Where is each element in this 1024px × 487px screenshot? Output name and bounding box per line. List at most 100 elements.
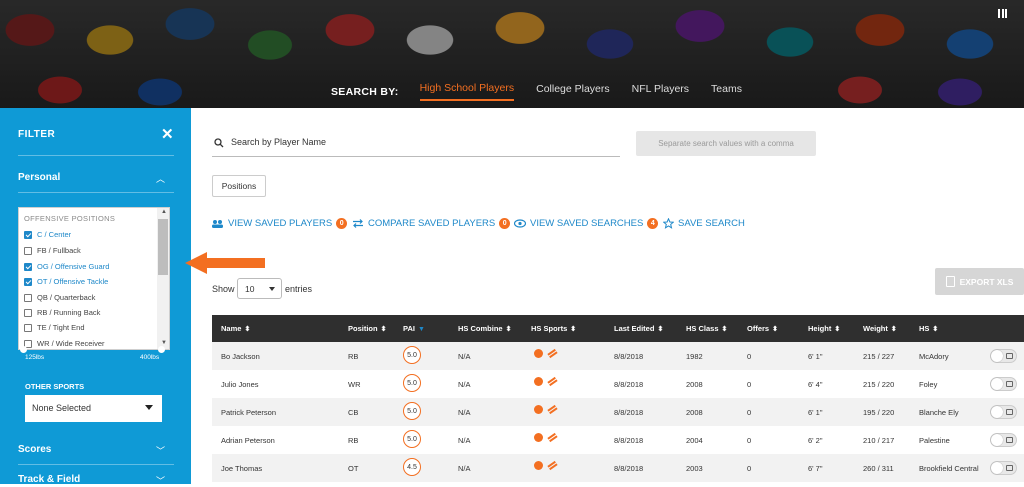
save-player-toggle[interactable]: [990, 377, 1017, 391]
sort-icon[interactable]: ⬍: [244, 326, 250, 333]
position-option[interactable]: OT / Offensive Tackle: [24, 277, 108, 286]
toggle-knob: [991, 350, 1003, 362]
cell-name[interactable]: Adrian Peterson: [221, 436, 275, 445]
checkbox-icon[interactable]: [24, 293, 32, 302]
section-track-field[interactable]: Track & Field: [18, 474, 80, 485]
sort-icon[interactable]: ⬍: [506, 326, 512, 333]
position-option[interactable]: C / Center: [24, 230, 71, 239]
other-sports-select[interactable]: None Selected: [25, 395, 162, 422]
table-row[interactable]: Adrian Peterson RB 5.0 N/A 8/8/2018 2004…: [212, 426, 1024, 454]
col-weight[interactable]: Weight ⬍: [863, 324, 897, 333]
checkbox-icon[interactable]: [24, 246, 32, 255]
col-name[interactable]: Name ⬍: [221, 324, 250, 333]
sort-icon[interactable]: ⬍: [381, 326, 387, 333]
save-player-toggle[interactable]: [990, 349, 1017, 363]
divider: [18, 464, 174, 465]
sort-icon[interactable]: ⬍: [657, 326, 663, 333]
weight-min-handle[interactable]: [20, 346, 27, 353]
col-hs-sports[interactable]: HS Sports ⬍: [531, 324, 576, 333]
weight-max-handle[interactable]: [158, 346, 165, 353]
save-search-link[interactable]: SAVE SEARCH: [663, 218, 745, 229]
checkbox-checked-icon[interactable]: [24, 230, 32, 239]
offensive-positions-list[interactable]: OFFENSIVE POSITIONS C / Center FB / Full…: [18, 207, 170, 350]
col-hs-class[interactable]: HS Class ⬍: [686, 324, 727, 333]
scroll-thumb[interactable]: [158, 219, 168, 275]
table-row[interactable]: Patrick Peterson CB 5.0 N/A 8/8/2018 200…: [212, 398, 1024, 426]
cell-weight: 195 / 220: [863, 408, 895, 417]
sort-desc-icon[interactable]: ▼: [418, 326, 425, 333]
section-scores[interactable]: Scores: [18, 444, 51, 455]
col-hs[interactable]: HS ⬍: [919, 324, 938, 333]
col-hs-combine[interactable]: HS Combine ⬍: [458, 324, 511, 333]
tab-teams[interactable]: Teams: [711, 83, 742, 100]
sort-icon[interactable]: ⬍: [772, 326, 778, 333]
scroll-up-icon[interactable]: ▲: [161, 209, 167, 215]
save-player-toggle[interactable]: [990, 405, 1017, 419]
position-option[interactable]: TE / Tight End: [24, 323, 85, 332]
save-player-toggle[interactable]: [990, 433, 1017, 447]
save-icon: [1006, 353, 1013, 359]
position-option[interactable]: FB / Fullback: [24, 246, 81, 255]
player-name-search-input[interactable]: [231, 137, 601, 147]
cell-name[interactable]: Julio Jones: [221, 380, 259, 389]
save-icon: [1006, 465, 1013, 471]
sort-icon[interactable]: ⬍: [891, 326, 897, 333]
page-length-value: 10: [245, 284, 255, 294]
sort-icon[interactable]: ⬍: [722, 326, 728, 333]
position-option[interactable]: OG / Offensive Guard: [24, 262, 109, 271]
position-option[interactable]: RB / Running Back: [24, 308, 100, 317]
sort-icon[interactable]: ⬍: [834, 326, 840, 333]
page-length-select[interactable]: 10: [237, 278, 282, 299]
tab-college-players[interactable]: College Players: [536, 83, 610, 100]
cell-combine: N/A: [458, 408, 471, 417]
weight-min-label: 125lbs: [25, 354, 45, 361]
toggle-knob: [991, 378, 1003, 390]
section-personal[interactable]: Personal: [18, 172, 60, 183]
compare-saved-players-link[interactable]: COMPARE SAVED PLAYERS 0: [352, 218, 511, 229]
col-offers[interactable]: Offers ⬍: [747, 324, 778, 333]
cell-offers: 0: [747, 352, 752, 361]
tab-nfl-players[interactable]: NFL Players: [632, 83, 689, 100]
cell-hs: Palestine: [919, 436, 950, 445]
close-icon[interactable]: ✕: [161, 125, 174, 143]
view-saved-players-link[interactable]: VIEW SAVED PLAYERS 0: [212, 218, 348, 229]
columns-icon[interactable]: [998, 9, 1007, 18]
sort-icon[interactable]: ⬍: [570, 326, 576, 333]
search-underline: [212, 156, 620, 157]
col-last-edited[interactable]: Last Edited ⬍: [614, 324, 663, 333]
checkbox-checked-icon[interactable]: [24, 277, 32, 286]
checkbox-icon[interactable]: [24, 308, 32, 317]
col-position[interactable]: Position ⬍: [348, 324, 386, 333]
cell-combine: N/A: [458, 464, 471, 473]
multi-value-search-input[interactable]: [636, 131, 816, 156]
tab-high-school-players[interactable]: High School Players: [419, 82, 515, 101]
col-pai[interactable]: PAI ▼: [403, 324, 425, 333]
scrollbar[interactable]: ▲ ▼: [157, 208, 169, 349]
cell-offers: 0: [747, 464, 752, 473]
table-row[interactable]: Bo Jackson RB 5.0 N/A 8/8/2018 1982 0 6'…: [212, 342, 1024, 370]
checkbox-icon[interactable]: [24, 323, 32, 332]
cell-position: RB: [348, 436, 359, 445]
other-sports-label: OTHER SPORTS: [25, 382, 85, 391]
cell-name[interactable]: Patrick Peterson: [221, 408, 276, 417]
chevron-up-icon[interactable]: ︿: [156, 172, 165, 185]
export-xls-button[interactable]: EXPORT XLS: [935, 268, 1024, 295]
position-option[interactable]: WR / Wide Receiver: [24, 339, 105, 348]
chevron-down-icon[interactable]: ﹀: [156, 444, 165, 457]
cell-position: WR: [348, 380, 361, 389]
table-row[interactable]: Julio Jones WR 5.0 N/A 8/8/2018 2008 0 6…: [212, 370, 1024, 398]
table-row[interactable]: Joe Thomas OT 4.5 N/A 8/8/2018 2003 0 6'…: [212, 454, 1024, 482]
divider: [18, 155, 174, 156]
saved-players-count-badge: 0: [336, 218, 348, 229]
view-saved-searches-link[interactable]: VIEW SAVED SEARCHES 4: [514, 218, 659, 229]
checkbox-checked-icon[interactable]: [24, 262, 32, 271]
save-player-toggle[interactable]: [990, 461, 1017, 475]
cell-name[interactable]: Joe Thomas: [221, 464, 262, 473]
cell-position: RB: [348, 352, 359, 361]
positions-button[interactable]: Positions: [212, 175, 266, 197]
position-option[interactable]: QB / Quarterback: [24, 293, 95, 302]
chevron-down-icon[interactable]: ﹀: [156, 474, 165, 487]
sort-icon[interactable]: ⬍: [932, 326, 938, 333]
col-height[interactable]: Height ⬍: [808, 324, 840, 333]
cell-name[interactable]: Bo Jackson: [221, 352, 260, 361]
